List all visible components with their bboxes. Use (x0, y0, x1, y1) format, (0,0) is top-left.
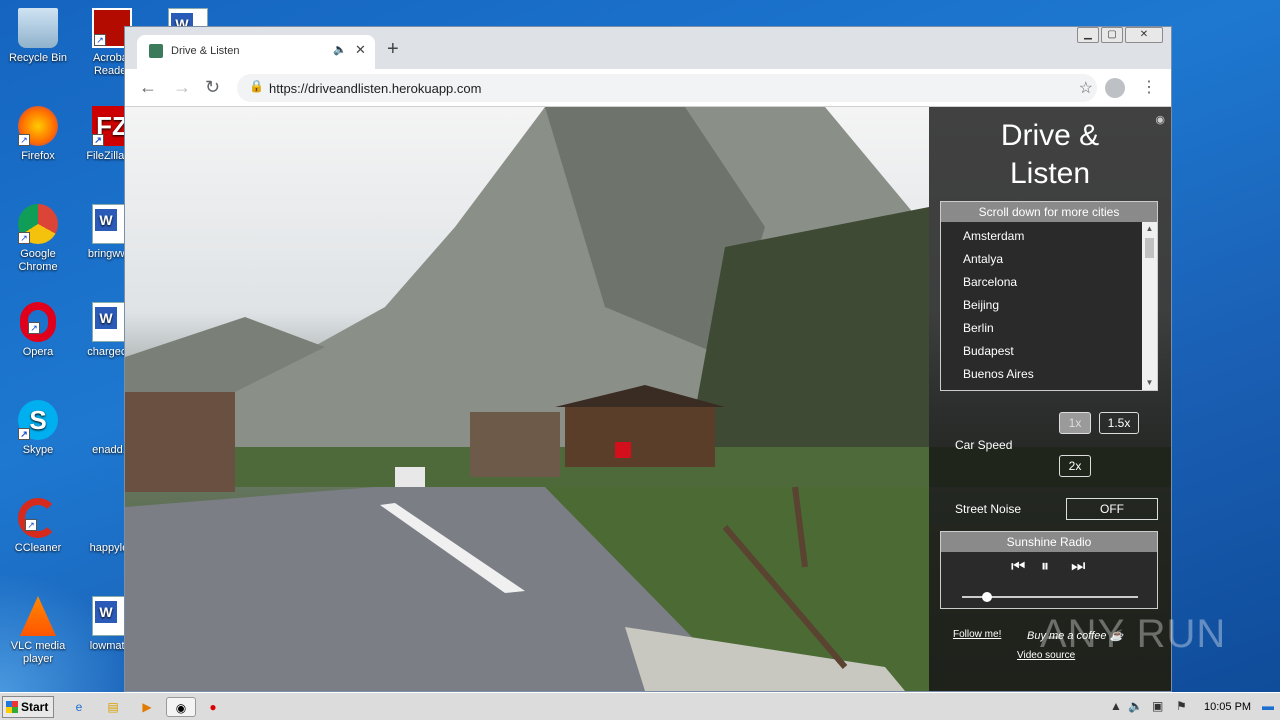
city-item[interactable]: Antalya (963, 248, 1157, 271)
action-center-flag-icon[interactable]: ⚑ (1176, 699, 1187, 713)
page-content: ◉ Drive & Listen Scroll down for more ci… (125, 107, 1171, 691)
city-item[interactable]: Buenos Aires (963, 363, 1157, 386)
scroll-down-icon[interactable]: ▼ (1142, 376, 1157, 390)
desktop-icon-label: CCleaner (14, 542, 62, 554)
volume-slider-handle[interactable] (981, 592, 992, 602)
desktop-icon-ccleaner[interactable]: ↗ CCleaner (0, 498, 76, 555)
new-tab-button[interactable]: + (387, 39, 399, 59)
follow-me-link[interactable]: Follow me! (953, 629, 1001, 640)
url-text[interactable]: https://driveandlisten.herokuapp.com (269, 81, 481, 96)
show-desktop-icon[interactable]: ▬ (1262, 699, 1274, 713)
taskbar: Start e ▤ ▶ ◉ ● ▲ 🔈 ▣ ⚑ 10:05 PM ▬ (0, 692, 1280, 720)
city-item[interactable]: Berlin (963, 317, 1157, 340)
city-list-scrollbar[interactable]: ▲ ▼ (1142, 222, 1157, 390)
tab-title: Drive & Listen (171, 45, 240, 57)
chalet (565, 407, 715, 467)
swiss-flag (615, 442, 631, 458)
chrome-icon: ↗ (18, 204, 58, 244)
desktop-icon-recycle-bin[interactable]: Recycle Bin (0, 8, 76, 65)
left-house (125, 392, 235, 492)
pause-icon[interactable]: ⏸ (1041, 558, 1049, 576)
car-speed-label: Car Speed (955, 438, 1013, 452)
start-button[interactable]: Start (2, 696, 54, 718)
network-icon[interactable]: ▣ (1152, 699, 1163, 713)
desktop-icon-label: Recycle Bin (8, 52, 68, 64)
shed (470, 412, 560, 477)
recycle-bin-icon (18, 8, 58, 48)
next-track-icon[interactable]: ⏭ (1071, 558, 1085, 576)
back-arrow-icon[interactable]: ← (139, 76, 157, 98)
profile-avatar-icon[interactable] (1105, 78, 1125, 98)
radio-station-name: Sunshine Radio (941, 532, 1157, 552)
city-item[interactable]: Amsterdam (963, 225, 1157, 248)
opera-icon: ↗ (20, 302, 56, 342)
volume-icon[interactable]: 🔈 (1128, 699, 1143, 713)
bookmark-star-icon[interactable]: ☆ (1079, 78, 1093, 98)
desktop-icon-firefox[interactable]: ↗ Firefox (0, 106, 76, 163)
app-title-line-2: Listen (1009, 157, 1091, 190)
browser-window: Drive & Listen 🔈 ✕ + ▁ ▢ ✕ ← → ↻ 🔒 https… (124, 26, 1172, 692)
desktop-icon-skype[interactable]: S ↗ Skype (0, 400, 76, 457)
desktop-icon-label: Opera (22, 346, 54, 358)
speed-2x-button[interactable]: 2x (1059, 455, 1091, 477)
city-item[interactable]: Budapest (963, 340, 1157, 363)
tab-bar: Drive & Listen 🔈 ✕ + ▁ ▢ ✕ (125, 27, 1171, 69)
desktop-icon-vlc[interactable]: VLC media player (0, 596, 76, 666)
scroll-thumb[interactable] (1145, 238, 1154, 258)
watermark: ANY RUN (1040, 612, 1227, 656)
desktop-icon-label: VLC media player (10, 640, 66, 665)
maximize-button[interactable]: ▢ (1101, 27, 1123, 43)
chrome-taskbar-icon[interactable]: ◉ (166, 697, 196, 717)
control-panel: ◉ Drive & Listen Scroll down for more ci… (929, 107, 1171, 691)
vlc-cone-icon (20, 596, 56, 636)
kebab-menu-icon[interactable]: ⋮ (1141, 77, 1157, 97)
street-noise-toggle[interactable]: OFF (1066, 498, 1158, 520)
city-list-header: Scroll down for more cities (941, 202, 1157, 222)
ccleaner-icon: ↗ (18, 498, 58, 538)
city-item[interactable]: Beijing (963, 294, 1157, 317)
show-hidden-icons-icon[interactable]: ▲ (1110, 699, 1122, 713)
speed-1x-button[interactable]: 1x (1059, 412, 1091, 434)
clock[interactable]: 10:05 PM (1204, 701, 1251, 713)
previous-track-icon[interactable]: ⏮ (1011, 558, 1025, 576)
desktop-icon-opera[interactable]: ↗ Opera (0, 302, 76, 359)
lock-icon: 🔒 (249, 79, 264, 93)
street-noise-label: Street Noise (955, 502, 1022, 516)
scroll-up-icon[interactable]: ▲ (1142, 222, 1157, 236)
app-title-line-1: Drive & (1000, 119, 1100, 152)
address-bar[interactable]: 🔒 https://driveandlisten.herokuapp.com ☆ (237, 74, 1097, 102)
forward-arrow-icon[interactable]: → (173, 76, 191, 98)
desktop-icon-label: Firefox (21, 150, 55, 162)
app-title: Drive & Listen (929, 117, 1171, 193)
tab-drive-and-listen[interactable]: Drive & Listen 🔈 ✕ (137, 35, 375, 69)
close-window-button[interactable]: ✕ (1125, 27, 1163, 43)
city-item[interactable]: Barcelona (963, 271, 1157, 294)
speaker-icon[interactable]: 🔈 (333, 43, 347, 56)
start-label: Start (21, 700, 49, 714)
firefox-icon: ↗ (18, 106, 58, 146)
volume-slider[interactable] (962, 592, 1138, 602)
internet-explorer-icon[interactable]: e (68, 697, 90, 717)
opera-taskbar-icon[interactable]: ● (202, 697, 224, 717)
reload-icon[interactable]: ↻ (205, 76, 220, 98)
file-explorer-icon[interactable]: ▤ (102, 697, 124, 717)
close-tab-icon[interactable]: ✕ (355, 42, 366, 58)
media-player-icon[interactable]: ▶ (136, 697, 158, 717)
skype-icon: S ↗ (18, 400, 58, 440)
city-selector: Scroll down for more cities Amsterdam An… (940, 201, 1158, 391)
city-list: Amsterdam Antalya Barcelona Beijing Berl… (941, 222, 1157, 386)
minimize-button[interactable]: ▁ (1077, 27, 1099, 43)
desktop-icon-label: Google Chrome (18, 248, 58, 273)
site-favicon-icon (149, 44, 163, 58)
browser-toolbar: ← → ↻ 🔒 https://driveandlisten.herokuapp… (125, 69, 1171, 107)
speed-1-5x-button[interactable]: 1.5x (1099, 412, 1139, 434)
windows-logo-icon (6, 701, 18, 713)
desktop-icon-label: Skype (22, 444, 54, 456)
desktop-icon-chrome[interactable]: ↗ Google Chrome (0, 204, 76, 274)
radio-player: Sunshine Radio ⏮ ⏸ ⏭ (940, 531, 1158, 609)
